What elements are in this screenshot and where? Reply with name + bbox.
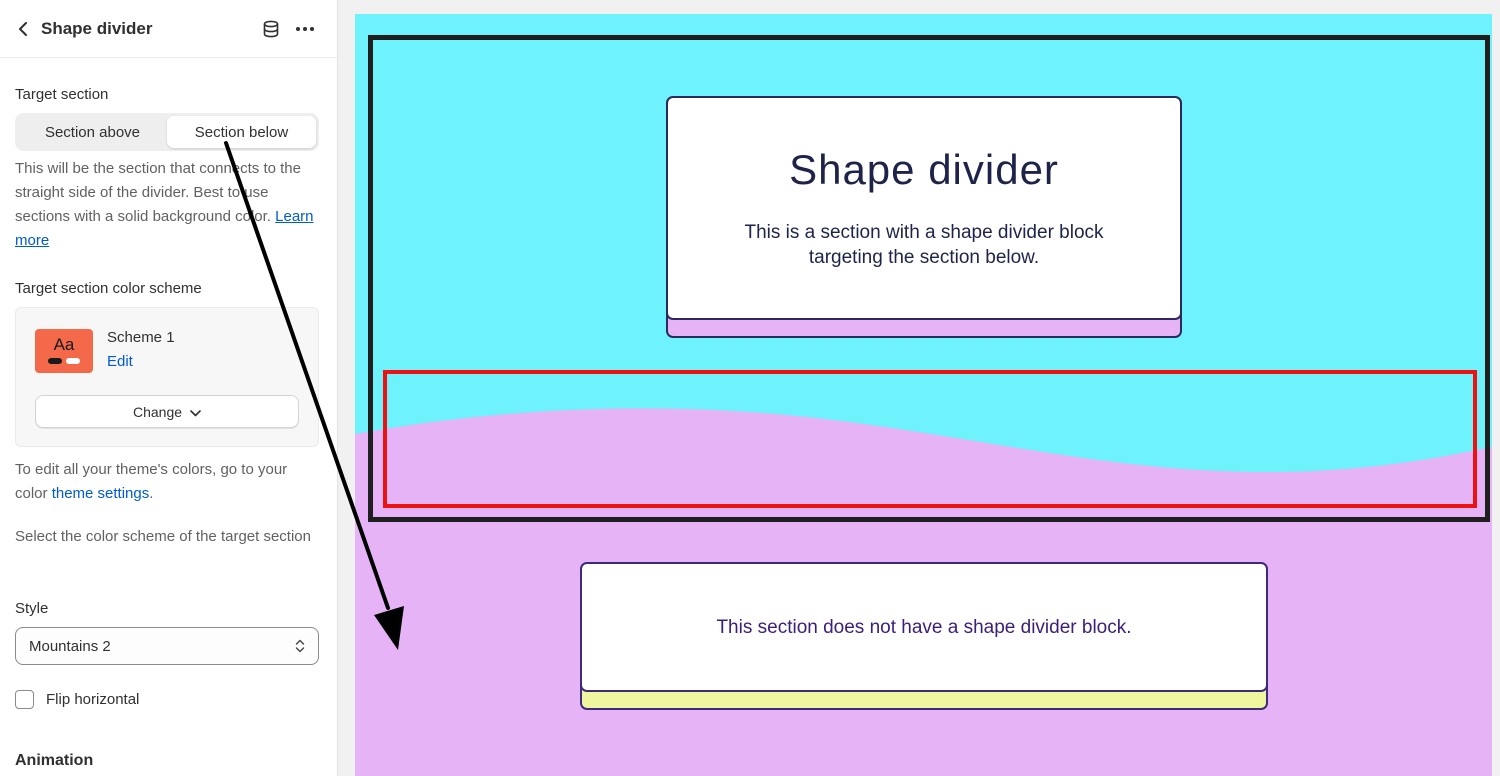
divider-shape-highlight xyxy=(383,370,1477,508)
section-below-option[interactable]: Section below xyxy=(167,116,316,148)
flip-horizontal-checkbox[interactable] xyxy=(15,690,34,709)
section-above-option[interactable]: Section above xyxy=(18,116,167,148)
target-section-toggle: Section above Section below xyxy=(15,113,319,151)
sidebar-header: Shape divider xyxy=(0,0,337,58)
target-section-label: Target section xyxy=(15,86,109,103)
hero-card: Shape divider This is a section with a s… xyxy=(666,96,1182,338)
style-select[interactable]: Mountains 2 xyxy=(15,627,319,665)
chevron-left-icon[interactable] xyxy=(14,19,34,39)
swatch-text: Aa xyxy=(53,335,75,354)
plain-card-text: This section does not have a shape divid… xyxy=(716,617,1132,638)
theme-settings-link[interactable]: theme settings xyxy=(52,485,150,502)
color-scheme-card: Aa Scheme 1 Edit Change xyxy=(15,307,319,447)
hero-card-text: This is a section with a shape divider b… xyxy=(744,222,1104,268)
plain-section-card: This section does not have a shape divid… xyxy=(580,562,1268,710)
color-scheme-label: Target section color scheme xyxy=(15,280,202,297)
hero-card-title: Shape divider xyxy=(789,146,1059,193)
animation-heading: Animation xyxy=(15,752,94,769)
scheme-name: Scheme 1 xyxy=(107,329,175,346)
select-scheme-help: Select the color scheme of the target se… xyxy=(15,528,311,545)
theme-help-suffix: . xyxy=(149,485,154,502)
change-button-label: Change xyxy=(132,403,183,420)
theme-colors-help: To edit all your theme's colors, go to y… xyxy=(15,458,315,506)
change-scheme-button[interactable]: Change xyxy=(35,395,299,428)
database-icon[interactable] xyxy=(261,19,281,39)
style-select-value: Mountains 2 xyxy=(29,637,111,655)
hero-card-face: Shape divider This is a section with a s… xyxy=(666,96,1182,320)
color-scheme-swatch: Aa xyxy=(35,329,93,373)
swatch-pill-dark xyxy=(48,358,62,364)
sidebar-title: Shape divider xyxy=(41,18,153,38)
style-label: Style xyxy=(15,600,49,617)
flip-horizontal-label: Flip horizontal xyxy=(46,691,140,708)
target-section-help-text: This will be the section that connects t… xyxy=(15,160,301,225)
settings-sidebar: Shape divider Target section Section abo… xyxy=(0,0,338,776)
swatch-pill-light xyxy=(66,358,80,364)
more-horizontal-icon[interactable] xyxy=(295,19,315,39)
flip-horizontal-row[interactable]: Flip horizontal xyxy=(15,690,139,709)
scheme-edit-link[interactable]: Edit xyxy=(107,353,133,370)
chevron-down-icon xyxy=(190,404,201,420)
theme-preview: Shape divider This is a section with a s… xyxy=(355,14,1492,776)
target-section-help: This will be the section that connects t… xyxy=(15,157,315,253)
select-arrows-icon xyxy=(295,638,305,658)
plain-card-face: This section does not have a shape divid… xyxy=(580,562,1268,692)
